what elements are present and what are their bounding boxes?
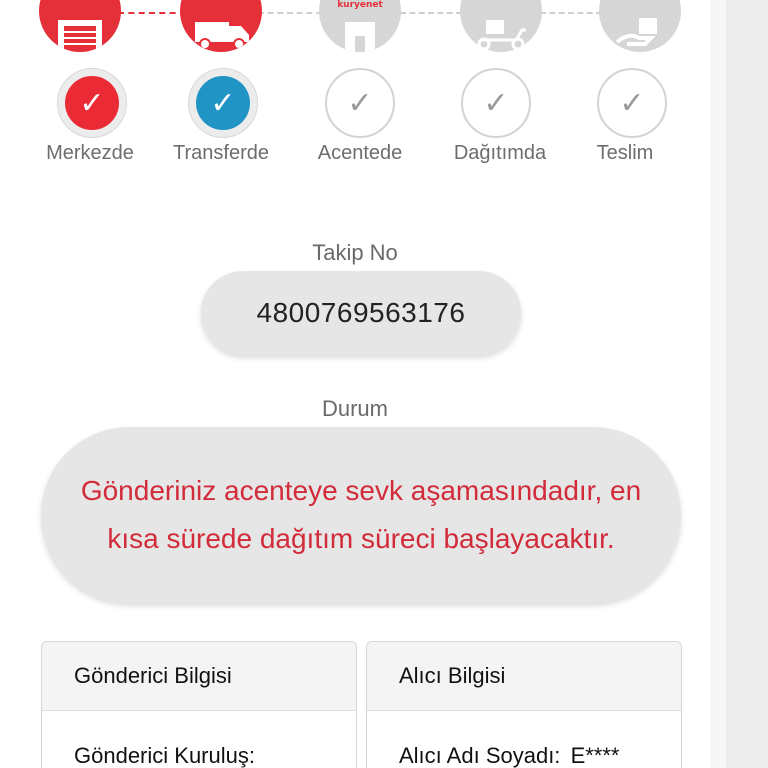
page-edge bbox=[710, 0, 726, 768]
receiver-name-field: Alıcı Adı Soyadı: E**** bbox=[367, 711, 681, 768]
tracking-number: 4800769563176 bbox=[256, 297, 466, 328]
tracking-card: kuryenet ✓ Merkezde kuryenet ✓ Transferd… bbox=[0, 0, 710, 768]
tracking-number-pill: 4800769563176 bbox=[201, 271, 521, 355]
status-check: ✓ bbox=[57, 68, 127, 138]
step-teslim: ✓ Teslim bbox=[557, 0, 697, 180]
receiver-info-title: Alıcı Bilgisi bbox=[367, 642, 681, 711]
brand-logo: kuryenet bbox=[337, 0, 383, 10]
receiver-name-value: E**** bbox=[570, 743, 620, 768]
step-label: Acentede bbox=[317, 142, 403, 164]
check-icon: ✓ bbox=[325, 68, 395, 138]
receiver-info-box: Alıcı Bilgisi Alıcı Adı Soyadı: E**** bbox=[366, 641, 682, 768]
status-check: ✓ bbox=[188, 68, 258, 138]
status-label: Durum bbox=[321, 396, 388, 421]
step-merkezde: kuryenet ✓ Merkezde bbox=[10, 0, 150, 180]
sender-info-box: Gönderici Bilgisi Gönderici Kuruluş: bbox=[41, 641, 357, 768]
step-transferde: kuryenet ✓ Transferde bbox=[146, 0, 286, 180]
step-dagitimda: ✓ Dağıtımda bbox=[420, 0, 560, 180]
step-acentede: kuryenet ✓ Acentede bbox=[283, 0, 423, 180]
brand-logo: kuryenet bbox=[57, 0, 103, 8]
sender-info-title: Gönderici Bilgisi bbox=[42, 642, 356, 711]
warehouse-icon: kuryenet bbox=[39, 0, 121, 52]
sender-company-field: Gönderici Kuruluş: bbox=[74, 743, 255, 768]
scooter-icon bbox=[460, 0, 542, 52]
receiver-name-label: Alıcı Adı Soyadı: bbox=[399, 743, 561, 768]
check-icon: ✓ bbox=[461, 68, 531, 138]
hand-package-icon bbox=[599, 0, 681, 52]
status-message-pill: Gönderiniz acenteye sevk aşamasındadır, … bbox=[41, 427, 681, 603]
step-label: Transferde bbox=[173, 142, 269, 164]
step-label: Teslim bbox=[596, 142, 654, 164]
truck-icon: kuryenet bbox=[180, 0, 262, 52]
check-icon: ✓ bbox=[65, 76, 119, 130]
status-message: Gönderiniz acenteye sevk aşamasındadır, … bbox=[80, 475, 642, 554]
check-icon: ✓ bbox=[196, 76, 250, 130]
check-icon: ✓ bbox=[597, 68, 667, 138]
branch-icon: kuryenet bbox=[319, 0, 401, 52]
brand-logo: kuryenet bbox=[198, 0, 244, 10]
tracking-label: Takip No bbox=[312, 240, 398, 265]
